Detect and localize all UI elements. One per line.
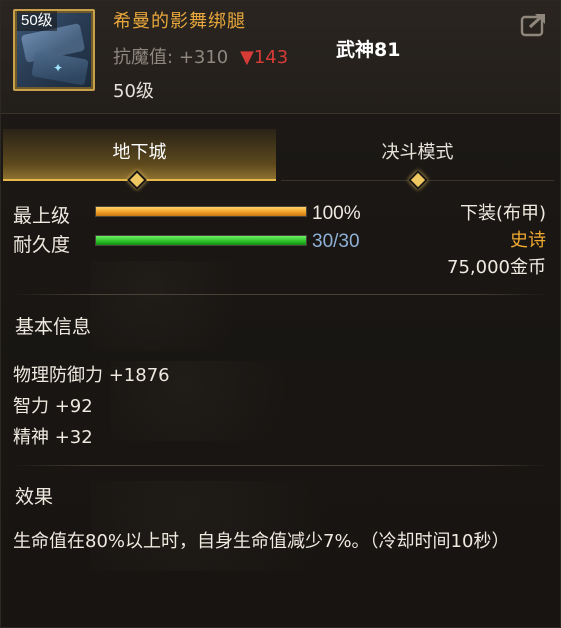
- item-rarity: 史诗: [510, 230, 546, 251]
- divider: [11, 465, 551, 466]
- top-level-bar-fill: [96, 207, 306, 216]
- effect-description: 生命值在80%以上时，自身生命值减少7%。（冷却时间10秒）: [13, 531, 510, 552]
- durability-value: 30/30: [312, 231, 360, 252]
- stat-diff: ▼143: [240, 47, 289, 68]
- top-level-bar: [95, 206, 307, 217]
- stat-intelligence: 智力 +92: [13, 396, 93, 417]
- item-tooltip: ✦ 50级 希曼的影舞绑腿 抗魔值: +310 ▼143 武神81 50级 地下…: [0, 0, 561, 628]
- mode-tabs: 地下城 决斗模式: [1, 129, 560, 181]
- background-ghost: [91, 261, 291, 351]
- background-ghost: [91, 481, 411, 571]
- stat-value: +310: [178, 47, 229, 68]
- basic-info-title: 基本信息: [15, 316, 92, 338]
- item-level-badge: 50级: [17, 11, 57, 31]
- durability-bar-fill: [96, 236, 306, 245]
- stat-compare-line: 抗魔值: +310 ▼143: [113, 43, 288, 69]
- item-price: 75,000金币: [447, 257, 546, 278]
- leggings-icon: ✦ 50级: [13, 9, 95, 91]
- durability-bar: [95, 235, 307, 246]
- title-rank: 武神81: [336, 39, 401, 61]
- divider: [11, 294, 551, 295]
- effect-title: 效果: [15, 486, 54, 508]
- stat-label: 抗魔值:: [113, 47, 174, 68]
- stat-physical-defense: 物理防御力 +1876: [13, 365, 170, 386]
- durability-label: 耐久度: [13, 234, 71, 256]
- top-level-value: 100%: [312, 203, 361, 224]
- item-slot: 下装(布甲): [459, 203, 546, 224]
- share-icon[interactable]: [520, 11, 548, 37]
- tooltip-header: ✦ 50级 希曼的影舞绑腿 抗魔值: +310 ▼143 武神81 50级: [1, 1, 560, 114]
- stat-spirit: 精神 +32: [13, 427, 93, 448]
- item-name: 希曼的影舞绑腿: [113, 11, 246, 32]
- top-level-label: 最上级: [13, 205, 71, 227]
- required-level: 50级: [113, 81, 154, 102]
